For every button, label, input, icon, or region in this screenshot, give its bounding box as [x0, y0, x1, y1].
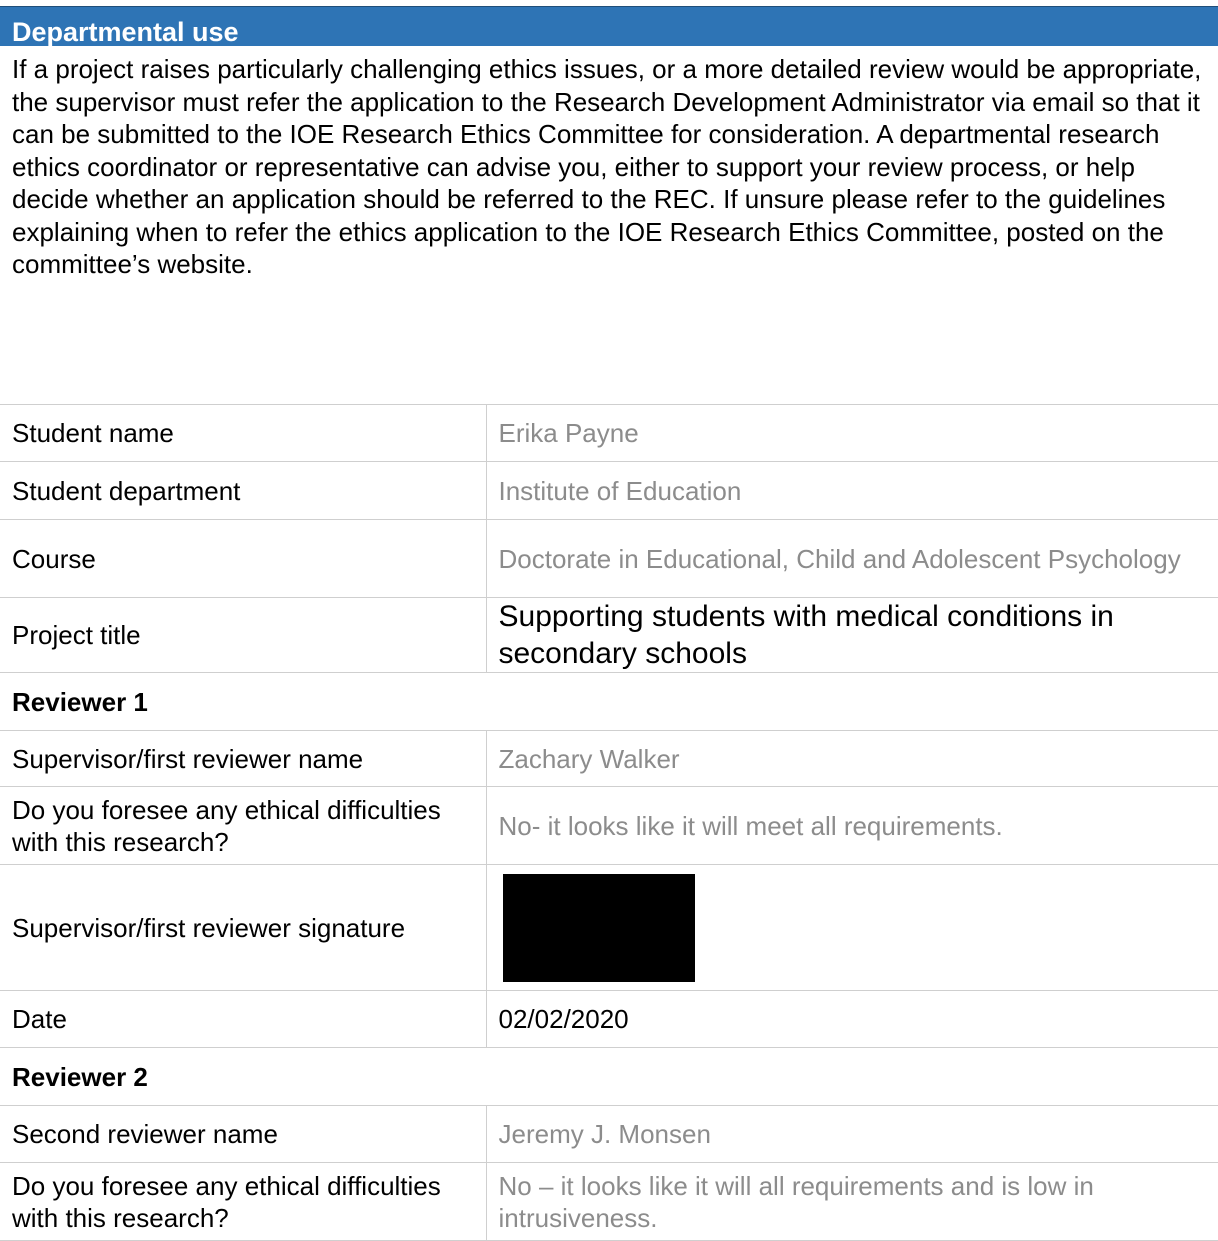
student-department-label: Student department	[0, 461, 486, 520]
table-row: Course Doctorate in Educational, Child a…	[0, 519, 1218, 598]
table-row: Student department Institute of Educatio…	[0, 461, 1218, 520]
reviewer-2-heading: Reviewer 2	[12, 1061, 148, 1092]
reviewer-2-difficulties-value: No – it looks like it will all requireme…	[485, 1162, 1218, 1241]
reviewer-2-name-label: Second reviewer name	[0, 1105, 486, 1163]
course-label: Course	[0, 519, 486, 598]
project-title-label: Project title	[0, 597, 486, 673]
reviewer-1-name-value: Zachary Walker	[485, 730, 1218, 787]
table-row: Do you foresee any ethical difficulties …	[0, 786, 1218, 865]
section-row: Reviewer 1	[0, 673, 1218, 731]
review-table: Student name Erika Payne Student departm…	[0, 404, 1218, 1241]
student-name-label: Student name	[0, 404, 486, 462]
reviewer-1-heading: Reviewer 1	[12, 686, 148, 717]
reviewer-1-name-label: Supervisor/first reviewer name	[0, 730, 486, 787]
table-row: Do you foresee any ethical difficulties …	[0, 1162, 1218, 1241]
reviewer-1-difficulties-label: Do you foresee any ethical difficulties …	[0, 786, 486, 865]
table-row: Second reviewer name Jeremy J. Monsen	[0, 1105, 1218, 1163]
reviewer-2-difficulties-label: Do you foresee any ethical difficulties …	[0, 1162, 486, 1241]
table-row: Project title Supporting students with m…	[0, 597, 1218, 673]
intro-paragraph: If a project raises particularly challen…	[12, 54, 1202, 279]
table-row: Student name Erika Payne	[0, 404, 1218, 462]
reviewer-1-signature-label: Supervisor/first reviewer signature	[0, 864, 486, 991]
table-row: Supervisor/first reviewer name Zachary W…	[0, 730, 1218, 787]
student-department-value: Institute of Education	[485, 461, 1218, 520]
reviewer-1-date-value: 02/02/2020	[485, 990, 1218, 1048]
departmental-use-form: Departmental use If a project raises par…	[0, 0, 1218, 1241]
reviewer-1-signature-cell	[485, 864, 1218, 991]
course-value: Doctorate in Educational, Child and Adol…	[485, 519, 1218, 598]
table-row: Date 02/02/2020	[0, 990, 1218, 1048]
section-title: Departmental use	[12, 17, 239, 47]
section-header: Departmental use	[0, 6, 1218, 47]
project-title-value: Supporting students with medical conditi…	[485, 597, 1218, 673]
section-row: Reviewer 2	[0, 1048, 1218, 1106]
reviewer-1-difficulties-value: No- it looks like it will meet all requi…	[485, 786, 1218, 865]
reviewer-1-date-label: Date	[0, 990, 486, 1048]
table-row: Supervisor/first reviewer signature	[0, 864, 1218, 991]
reviewer-2-name-value: Jeremy J. Monsen	[485, 1105, 1218, 1163]
redacted-signature	[502, 873, 695, 982]
student-name-value: Erika Payne	[485, 404, 1218, 462]
